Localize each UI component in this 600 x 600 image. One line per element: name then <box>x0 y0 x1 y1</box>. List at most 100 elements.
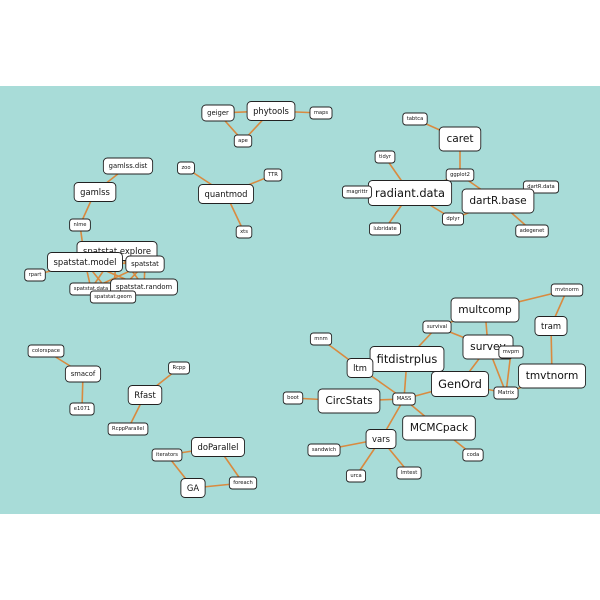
node-label: RcppParallel <box>112 426 144 432</box>
graph-panel: geiger phytools maps ape tabtca caret tidyr ggp… <box>0 86 600 514</box>
node-label: geiger <box>207 109 229 117</box>
node-MCMCpack: MCMCpack <box>402 415 476 441</box>
node-label: lubridate <box>373 226 396 232</box>
node-label: dartR.base <box>469 195 526 207</box>
node-label: dplyr <box>446 216 460 222</box>
node-label: e1071 <box>74 406 90 412</box>
node-CircStats: CircStats <box>317 388 381 414</box>
node-label: mnm <box>314 336 327 342</box>
node-foreach: foreach <box>228 476 258 490</box>
node-label: multcomp <box>458 304 512 316</box>
node-label: Matrix <box>498 390 514 396</box>
node-ltm: ltm <box>346 358 374 378</box>
node-label: GA <box>187 483 199 493</box>
node-gamlss: gamlss <box>73 182 117 202</box>
node-doParallel: doParallel <box>191 437 245 457</box>
node-rpart: rpart <box>24 268 46 282</box>
node-vars: vars <box>365 429 397 449</box>
node-label: Rfast <box>134 390 156 400</box>
node-label: rpart <box>29 272 42 278</box>
node-TTR: TTR <box>263 168 283 182</box>
node-Rfast: Rfast <box>127 385 163 405</box>
node-Rcpp: Rcpp <box>168 361 190 375</box>
node-label: CircStats <box>325 395 372 407</box>
node-label: ggplot2 <box>450 172 470 178</box>
node-label: nlme <box>74 222 87 228</box>
node-coda: coda <box>462 448 484 462</box>
node-survival: survival <box>422 320 452 334</box>
node-label: coda <box>467 452 480 458</box>
node-label: spatstat.model <box>54 257 117 267</box>
node-lmtest: lmtest <box>396 466 422 480</box>
node-label: doParallel <box>198 442 239 452</box>
node-smacof: smacof <box>64 365 102 383</box>
node-iterators: iterators <box>151 448 183 462</box>
node-label: quantmod <box>205 189 248 199</box>
node-ape: ape <box>233 134 253 148</box>
node-label: foreach <box>233 480 253 486</box>
node-label: radiant.data <box>375 186 445 200</box>
node-zoo: zoo <box>177 161 195 175</box>
node-label: GenOrd <box>438 377 482 391</box>
node-label: gamlss.dist <box>109 162 148 170</box>
node-label: smacof <box>71 370 96 378</box>
node-label: iterators <box>156 452 178 458</box>
node-label: spatstat.geom <box>94 294 132 300</box>
node-GA: GA <box>180 478 206 498</box>
node-label: colorspace <box>32 348 60 354</box>
node-label: tabtca <box>407 116 424 122</box>
node-tram: tram <box>534 316 568 336</box>
node-ggplot2: ggplot2 <box>445 168 475 182</box>
node-spatstat_geom: spatstat.geom <box>89 290 137 304</box>
node-urca: urca <box>345 469 367 483</box>
node-tidyr: tidyr <box>374 150 396 164</box>
node-label: gamlss <box>80 187 110 197</box>
node-label: Rcpp <box>172 365 186 371</box>
node-label: adegenet <box>520 228 545 234</box>
node-label: ltm <box>353 363 367 373</box>
node-mvtnorm_top: mvtnorm <box>550 283 584 297</box>
node-label: lmtest <box>401 470 417 476</box>
node-nlme: nlme <box>69 218 91 232</box>
node-label: boot <box>287 395 299 401</box>
node-label: spatstat.random <box>116 283 173 291</box>
node-quantmod: quantmod <box>198 184 254 204</box>
node-maps: maps <box>309 106 333 120</box>
node-label: mvpm <box>503 349 519 355</box>
node-mnm: mnm <box>309 332 333 346</box>
node-label: caret <box>446 133 473 145</box>
node-label: urca <box>350 473 361 479</box>
node-label: vars <box>372 434 390 444</box>
node-RcppParallel: RcppParallel <box>107 422 149 436</box>
node-label: MCMCpack <box>410 422 469 434</box>
node-adegenet: adegenet <box>515 224 549 238</box>
node-lubridate: lubridate <box>369 222 401 236</box>
node-caret: caret <box>438 126 482 152</box>
node-GenOrd: GenOrd <box>431 371 489 397</box>
node-label: maps <box>314 110 329 116</box>
node-dartR_base: dartR.base <box>461 188 535 214</box>
node-Matrix: Matrix <box>493 386 519 400</box>
node-colorspace: colorspace <box>27 344 65 358</box>
node-label: tram <box>541 321 561 331</box>
node-label: phytools <box>253 106 289 116</box>
node-label: tmvtnorm <box>526 370 579 382</box>
node-tableau: tabtca <box>402 112 428 126</box>
node-label: ape <box>238 138 248 144</box>
node-gamlss_dist: gamlss.dist <box>102 157 154 175</box>
node-label: survival <box>427 324 447 330</box>
node-label: tidyr <box>379 154 392 160</box>
network-graph: geiger phytools maps ape tabtca caret tidyr ggp… <box>0 86 600 514</box>
node-label: magrittr <box>346 189 368 195</box>
node-label: mvtnorm <box>555 287 579 293</box>
node-MASS: MASS <box>392 392 416 406</box>
node-label: TTR <box>267 172 278 178</box>
node-label: zoo <box>181 165 190 171</box>
node-label: MASS <box>397 396 412 402</box>
node-xts: xts <box>235 225 253 239</box>
node-label: spatstat <box>131 260 159 268</box>
node-sandwich: sandwich <box>307 443 341 457</box>
node-multcomp: multcomp <box>450 297 520 323</box>
node-magrittr: magrittr <box>341 185 373 199</box>
node-spatstat_model: spatstat.model <box>47 252 123 272</box>
